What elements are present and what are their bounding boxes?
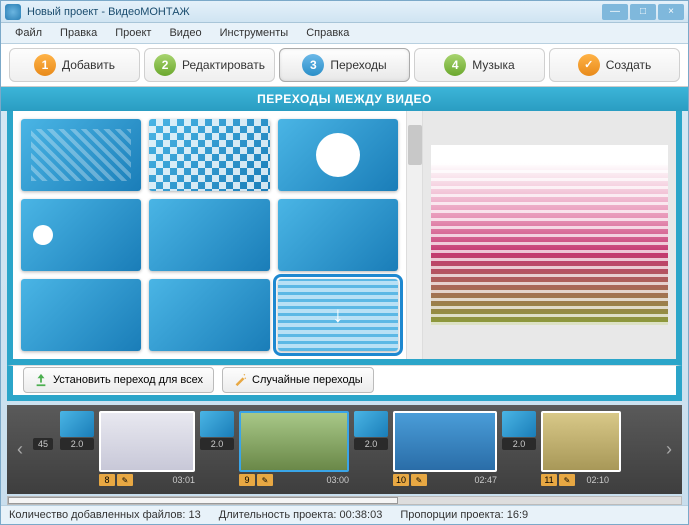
timeline-clip[interactable]: 11 ✎ 02:10 <box>541 411 609 487</box>
gallery-scrollbar[interactable] <box>406 111 422 359</box>
menu-tools[interactable]: Инструменты <box>212 25 297 41</box>
transition-thumb[interactable] <box>21 279 141 351</box>
scroll-thumb[interactable] <box>408 125 422 165</box>
timeline-next-button[interactable]: › <box>660 409 678 489</box>
menu-file[interactable]: Файл <box>7 25 50 41</box>
close-button[interactable]: × <box>658 4 684 20</box>
content-area <box>7 111 682 365</box>
wand-icon <box>233 373 247 387</box>
transition-icon <box>60 411 94 437</box>
transition-thumb[interactable] <box>149 279 269 351</box>
edit-icon[interactable]: ✎ <box>411 474 427 486</box>
tab-create[interactable]: ✓ Создать <box>549 48 680 82</box>
menubar: Файл Правка Проект Видео Инструменты Спр… <box>1 23 688 43</box>
tab-transitions[interactable]: 3 Переходы <box>279 48 410 82</box>
check-icon: ✓ <box>578 54 600 76</box>
transition-thumb[interactable] <box>278 119 398 191</box>
maximize-button[interactable]: □ <box>630 4 656 20</box>
action-bar: Установить переход для всех Случайные пе… <box>7 365 682 401</box>
edit-icon[interactable]: ✎ <box>559 474 575 486</box>
app-window: Новый проект - ВидеоМОНТАЖ — □ × Файл Пр… <box>0 0 689 525</box>
step-number-icon: 1 <box>34 54 56 76</box>
timeline-scrollbar[interactable] <box>7 496 682 505</box>
window-title: Новый проект - ВидеоМОНТАЖ <box>27 6 602 18</box>
timeline-transition[interactable]: 2.0 <box>198 411 236 487</box>
timeline-transition[interactable]: 2.0 <box>500 411 538 487</box>
tab-music[interactable]: 4 Музыка <box>414 48 545 82</box>
status-files: Количество добавленных файлов: 13 <box>9 509 201 521</box>
menu-edit[interactable]: Правка <box>52 25 105 41</box>
transition-thumb[interactable] <box>21 119 141 191</box>
preview-panel <box>423 111 676 359</box>
apply-all-button[interactable]: Установить переход для всех <box>23 367 214 393</box>
step-number-icon: 4 <box>444 54 466 76</box>
status-duration: Длительность проекта: 00:38:03 <box>219 509 383 521</box>
transition-thumb[interactable] <box>149 199 269 271</box>
transition-thumb-selected[interactable] <box>278 279 398 351</box>
tab-edit[interactable]: 2 Редактировать <box>144 48 275 82</box>
download-icon <box>34 373 48 387</box>
menu-video[interactable]: Видео <box>161 25 209 41</box>
random-button[interactable]: Случайные переходы <box>222 367 374 393</box>
app-icon <box>5 4 21 20</box>
transition-icon <box>200 411 234 437</box>
edit-icon[interactable]: ✎ <box>117 474 133 486</box>
statusbar: Количество добавленных файлов: 13 Длител… <box>1 505 688 524</box>
menu-project[interactable]: Проект <box>107 25 159 41</box>
step-tabs: 1 Добавить 2 Редактировать 3 Переходы 4 … <box>1 44 688 87</box>
timeline-prev-button[interactable]: ‹ <box>11 409 29 489</box>
transition-icon <box>502 411 536 437</box>
step-number-icon: 2 <box>154 54 176 76</box>
timeline-transition[interactable]: 2.0 <box>352 411 390 487</box>
transitions-gallery <box>13 111 423 359</box>
transition-thumb[interactable] <box>149 119 269 191</box>
transition-icon <box>354 411 388 437</box>
status-aspect: Пропорции проекта: 16:9 <box>400 509 528 521</box>
minimize-button[interactable]: — <box>602 4 628 20</box>
section-banner: ПЕРЕХОДЫ МЕЖДУ ВИДЕО <box>1 87 688 111</box>
timeline-transition[interactable]: 2.0 <box>58 411 96 487</box>
tab-add[interactable]: 1 Добавить <box>9 48 140 82</box>
titlebar[interactable]: Новый проект - ВидеоМОНТАЖ — □ × <box>1 1 688 23</box>
timeline-transition[interactable]: 45 <box>31 411 55 487</box>
transition-thumb[interactable] <box>21 199 141 271</box>
timeline-clip[interactable]: 10 ✎ 02:47 <box>393 411 497 487</box>
timeline-clip-selected[interactable]: 9 ✎ 03:00 <box>239 411 349 487</box>
step-number-icon: 3 <box>302 54 324 76</box>
menu-help[interactable]: Справка <box>298 25 357 41</box>
scroll-thumb[interactable] <box>8 497 398 504</box>
transition-thumb[interactable] <box>278 199 398 271</box>
timeline: ‹ 45 2.0 8 ✎ 03:01 2.0 <box>7 405 682 494</box>
edit-icon[interactable]: ✎ <box>257 474 273 486</box>
timeline-clip[interactable]: 8 ✎ 03:01 <box>99 411 195 487</box>
preview-image <box>431 145 668 325</box>
